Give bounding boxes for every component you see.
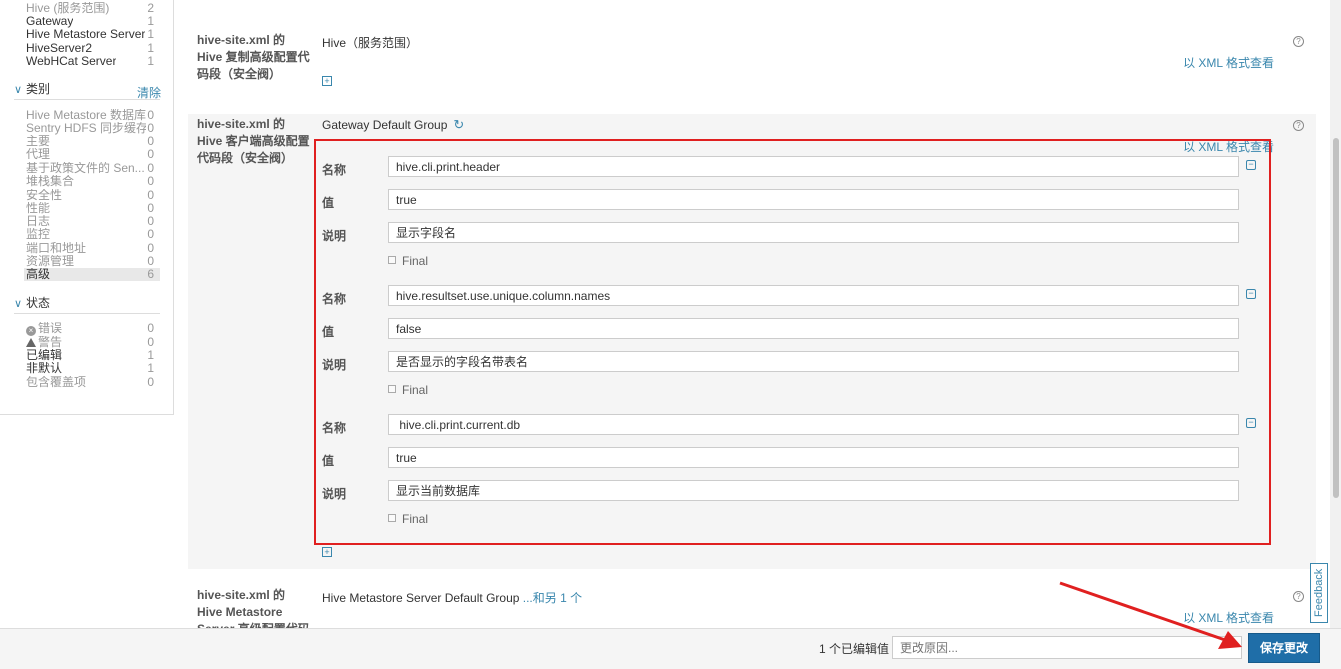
sidebar-category-item[interactable]: 性能 0 [26,202,160,215]
entry-name-label: 名称 [322,292,347,306]
sidebar-status-nondefault[interactable]: 非默认 1 [26,362,160,375]
divider [14,99,160,100]
category-section-header[interactable]: ∨ 类别 [14,81,50,97]
sidebar-category-item[interactable]: Hive Metastore 数据库 0 [26,109,160,122]
sidebar-scope-hiveserver2[interactable]: HiveServer2 1 [26,42,160,55]
sidebar-category-item[interactable]: 日志 0 [26,215,160,228]
add-entry-icon[interactable]: + [322,76,332,86]
sidebar-category-item[interactable]: 堆栈集合 0 [26,175,160,188]
chevron-down-icon: ∨ [14,84,23,96]
sidebar-category-item[interactable]: 端口和地址 0 [26,242,160,255]
sidebar-scope-gateway[interactable]: Gateway 1 [26,15,160,28]
change-reason-input[interactable] [892,636,1242,659]
entry-name-label: 名称 [322,163,347,177]
final-checkbox[interactable]: Final [388,383,428,397]
feedback-tab[interactable]: Feedback [1310,563,1328,623]
filter-sidebar: Hive (服务范围) 2 Gateway 1 Hive Metastore Ser… [0,0,174,415]
save-changes-button[interactable]: 保存更改 [1248,633,1320,663]
status-section-header[interactable]: ∨ 状态 [14,295,50,311]
view-as-xml-link[interactable]: 以 XML 格式查看 [1183,609,1274,626]
sidebar-category-item[interactable]: 代理 0 [26,148,160,161]
sidebar-scope-metastore[interactable]: Hive Metastore Server 1 [26,28,160,41]
scrollbar-thumb[interactable] [1333,138,1339,498]
sidebar-scope-hive[interactable]: Hive (服务范围) 2 [26,2,160,15]
sidebar-category-item[interactable]: 资源管理 0 [26,255,160,268]
entry-desc-input[interactable] [388,222,1239,243]
config-property-hive-replication: hive-site.xml 的 Hive 复制高级配置代码段（安全阀） Hive… [188,0,1316,112]
help-icon[interactable]: ? [1293,591,1304,602]
entry-desc-label: 说明 [322,487,347,501]
entry-desc-label: 说明 [322,229,347,243]
sidebar-status-warning[interactable]: 警告 0 [26,336,160,349]
sidebar-category-item[interactable]: 主要 0 [26,135,160,148]
revert-icon[interactable]: ↻ [453,118,464,131]
sidebar-category-advanced[interactable]: 高级 6 [24,268,160,281]
entry-name-input[interactable] [388,156,1239,177]
sidebar-category-item[interactable]: Sentry HDFS 同步缓存 0 [26,122,160,135]
help-icon[interactable]: ? [1293,36,1304,47]
sidebar-status-error[interactable]: × 错误 0 [26,322,160,336]
entry-name-input[interactable] [388,414,1239,435]
edited-count-text: 1 个已编辑值 [819,642,890,656]
more-groups-link[interactable]: ...和另 1 个 [523,591,582,605]
entry-desc-input[interactable] [388,351,1239,372]
config-property-hive-client: hive-site.xml 的 Hive 客户端高级配置代码段（安全阀） Gat… [188,114,1316,569]
divider [14,313,160,314]
remove-entry-icon[interactable]: − [1246,418,1256,428]
entry-name-input[interactable] [388,285,1239,306]
help-icon[interactable]: ? [1293,120,1304,131]
entry-value-label: 值 [322,196,335,210]
checkbox-icon[interactable] [388,514,396,522]
remove-entry-icon[interactable]: − [1246,160,1256,170]
view-as-xml-link[interactable]: 以 XML 格式查看 [1183,138,1274,155]
final-checkbox[interactable]: Final [388,254,428,268]
save-footer: 1 个已编辑值 保存更改 [0,628,1341,669]
sidebar-scope-webhcat[interactable]: WebHCat Server 1 [26,55,160,68]
page-scrollbar[interactable] [1330,0,1341,628]
property-scope: Hive Metastore Server Default Group ...和… [322,591,583,605]
checkbox-icon[interactable] [388,385,396,393]
sidebar-category-item[interactable]: 基于政策文件的 Sen... 0 [26,162,160,175]
entry-value-label: 值 [322,454,335,468]
sidebar-category-item[interactable]: 安全性 0 [26,189,160,202]
error-icon: × [26,326,36,336]
sidebar-status-overrides[interactable]: 包含覆盖项 0 [26,376,160,389]
config-list: hive-site.xml 的 Hive 复制高级配置代码段（安全阀） Hive… [188,0,1316,628]
checkbox-icon[interactable] [388,256,396,264]
config-property-metastore: hive-site.xml 的 Hive Metastore Server 高级… [188,578,1316,628]
entry-value-input[interactable] [388,318,1239,339]
chevron-down-icon: ∨ [14,298,23,310]
remove-entry-icon[interactable]: − [1246,289,1256,299]
property-name: hive-site.xml 的 Hive Metastore Server 高级… [197,588,310,628]
sidebar-category-item[interactable]: 监控 0 [26,228,160,241]
property-scope: Hive（服务范围） [322,36,419,50]
entry-value-input[interactable] [388,189,1239,210]
entry-desc-label: 说明 [322,358,347,372]
entry-value-label: 值 [322,325,335,339]
sidebar-status-edited[interactable]: 已编辑 1 [26,349,160,362]
entry-desc-input[interactable] [388,480,1239,501]
property-name: hive-site.xml 的 Hive 客户端高级配置代码段（安全阀） [197,117,310,165]
property-scope: Gateway Default Group ↻ [322,117,465,132]
final-checkbox[interactable]: Final [388,512,428,526]
property-name: hive-site.xml 的 Hive 复制高级配置代码段（安全阀） [197,33,310,81]
view-as-xml-link[interactable]: 以 XML 格式查看 [1183,54,1274,71]
add-entry-icon[interactable]: + [322,547,332,557]
warning-icon [26,338,36,347]
entry-value-input[interactable] [388,447,1239,468]
entry-name-label: 名称 [322,421,347,435]
